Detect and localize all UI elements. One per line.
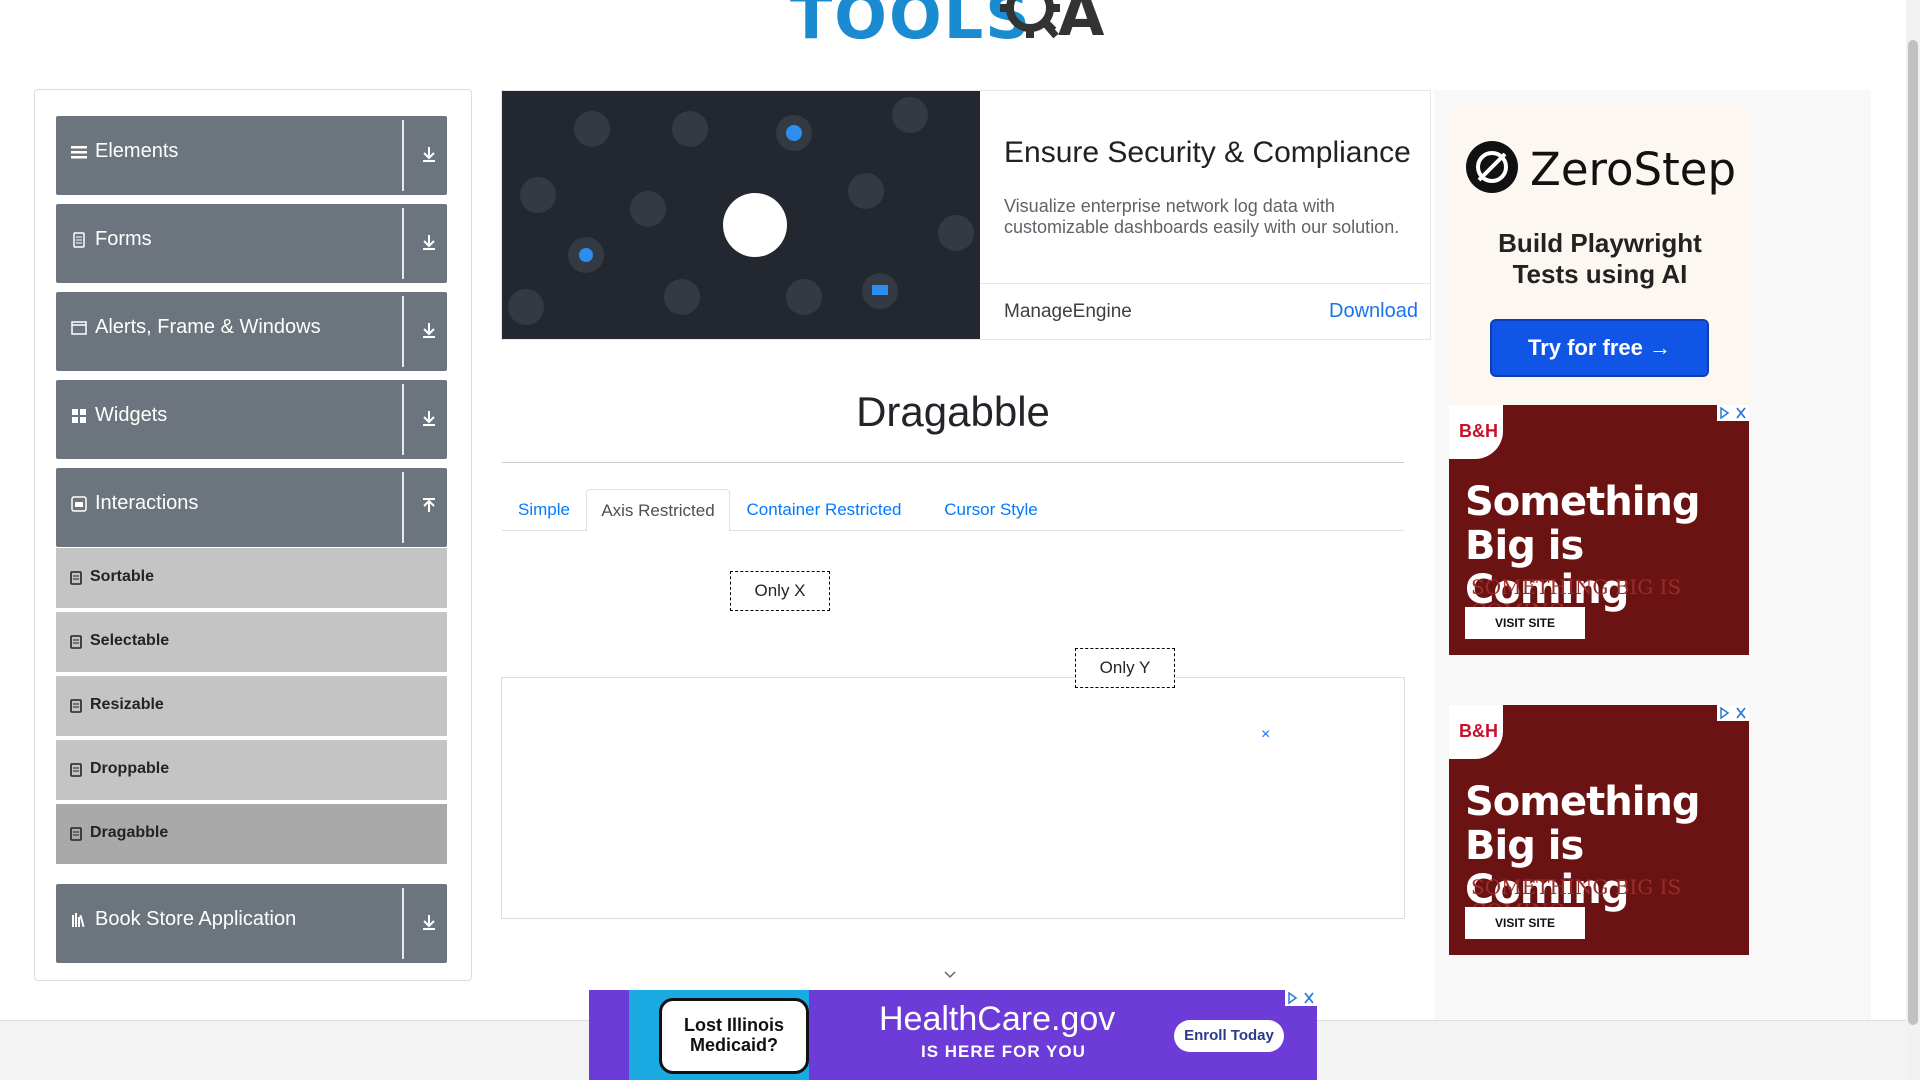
ad-download-link[interactable]: Download (1329, 300, 1418, 323)
divider (402, 384, 404, 455)
scrollbar-thumb[interactable] (1908, 40, 1918, 1025)
sidebar-group-alerts[interactable]: Alerts, Frame & Windows (56, 292, 447, 371)
ad-brand: HealthCare.gov (879, 1000, 1116, 1038)
logo-suffix: A (1058, 0, 1105, 50)
sidebar-group-label: Book Store Application (95, 908, 297, 930)
sidebar-item-label: Selectable (90, 632, 170, 649)
ad-brand[interactable]: ManageEngine (1004, 301, 1132, 323)
sidebar-group-interactions[interactable]: Interactions (56, 468, 447, 547)
tab-simple[interactable]: Simple (502, 489, 586, 531)
document-icon (70, 635, 82, 649)
document-icon (70, 699, 82, 713)
sidebar-group-widgets[interactable]: Widgets (56, 380, 447, 459)
bh-logo: B&H (1449, 405, 1503, 459)
download-arrow-icon (423, 235, 435, 250)
healthcare-ad[interactable]: Lost Illinois Medicaid? HealthCare.gov I… (589, 990, 1317, 1080)
divider (402, 472, 404, 543)
document-icon (70, 763, 82, 777)
enroll-today-button[interactable]: Enroll Today (1174, 1020, 1284, 1052)
sidebar-group-label: Forms (95, 228, 152, 250)
zerostep-ad[interactable]: ZeroStep Build Playwright Tests using AI… (1450, 105, 1750, 405)
divider (402, 208, 404, 279)
sidebar-item-label: Dragabble (90, 824, 169, 841)
only-y-draggable[interactable]: Only Y (1075, 648, 1175, 688)
bh-headline-line-1: Something (1465, 479, 1701, 525)
bh-logo: B&H (1449, 705, 1503, 759)
only-x-draggable[interactable]: Only X (730, 571, 830, 611)
toolsqa-logo[interactable]: TOOLS A (790, 0, 1120, 58)
inline-ad-frame: × (501, 677, 1405, 919)
adchoices-icon[interactable] (1285, 990, 1317, 1006)
sidebar-group-label: Alerts, Frame & Windows (95, 316, 321, 338)
download-arrow-icon (423, 323, 435, 338)
bh-logo-text: B&H (1459, 721, 1498, 741)
zerostep-logo-icon (1466, 141, 1518, 193)
tab-cursor-style[interactable]: Cursor Style (922, 489, 1060, 531)
divider (402, 296, 404, 367)
close-icon[interactable]: × (1261, 726, 1270, 744)
tab-bar: Simple Axis Restricted Container Restric… (502, 489, 1404, 532)
visit-site-button[interactable]: VISIT SITE (1465, 607, 1585, 639)
books-icon (72, 913, 85, 928)
divider (980, 283, 1430, 284)
download-arrow-icon (423, 915, 435, 930)
sidebar-item-label: Droppable (90, 760, 170, 777)
tab-axis-restricted[interactable]: Axis Restricted (586, 489, 730, 532)
visit-site-button[interactable]: VISIT SITE (1465, 907, 1585, 939)
ad-subtitle: IS HERE FOR YOU (921, 1042, 1086, 1061)
upload-arrow-icon (423, 498, 435, 512)
zerostep-tagline-line-1: Build Playwright (1498, 228, 1702, 258)
sidebar-group-forms[interactable]: Forms (56, 204, 447, 283)
sidebar-item-label: Sortable (90, 568, 155, 585)
sidebar-group-label: Widgets (95, 404, 168, 426)
sidebar-item-label: Resizable (90, 696, 164, 713)
adchoices-icon[interactable] (1717, 705, 1749, 721)
bh-ad[interactable]: B&H Something Big is Coming SOMETHING BI… (1449, 705, 1749, 955)
sidebar-group-book-store[interactable]: Book Store Application (56, 884, 447, 963)
zerostep-tagline: Build Playwright Tests using AI (1450, 228, 1750, 290)
grid-icon (72, 409, 86, 423)
document-icon (70, 827, 82, 841)
sidebar-group-elements[interactable]: Elements (56, 116, 447, 195)
document-icon (70, 571, 82, 585)
download-arrow-icon (423, 147, 435, 162)
ad-description: Visualize enterprise network log data wi… (1004, 196, 1400, 237)
download-arrow-icon (423, 411, 435, 426)
ad-title[interactable]: Ensure Security & Compliance (1004, 136, 1411, 170)
gear-icon (1000, 0, 1060, 38)
bh-logo-text: B&H (1459, 421, 1498, 441)
logo-text: TOOLS (790, 0, 1032, 53)
stack-icon (71, 496, 87, 512)
sidebar-group-label: Interactions (95, 492, 199, 514)
divider (502, 462, 1404, 463)
adchoices-icon[interactable] (1717, 405, 1749, 421)
zerostep-tagline-line-2: Tests using AI (1512, 259, 1688, 289)
top-advertisement[interactable]: Ensure Security & Compliance Visualize e… (501, 90, 1431, 340)
sidebar-item-resizable[interactable]: Resizable (56, 676, 447, 738)
bh-ad[interactable]: B&H Something Big is Coming SOMETHING BI… (1449, 405, 1749, 655)
ad-note: Lost Illinois Medicaid? (659, 998, 809, 1074)
divider (402, 888, 404, 959)
window-icon (71, 321, 87, 335)
bh-headline-line-1: Something (1465, 779, 1701, 825)
zerostep-brand: ZeroStep (1530, 143, 1737, 196)
sidebar-item-selectable[interactable]: Selectable (56, 612, 447, 674)
left-sidebar: Elements Forms Alerts, Frame & Windows W… (34, 89, 472, 981)
network-diagram-image (502, 91, 980, 339)
vertical-scrollbar[interactable] (1906, 0, 1920, 1080)
sidebar-item-dragabble[interactable]: Dragabble (56, 804, 447, 866)
tab-container-restricted[interactable]: Container Restricted (734, 489, 914, 531)
chevron-down-icon[interactable] (943, 970, 957, 980)
document-icon (73, 232, 85, 248)
divider (402, 120, 404, 191)
try-for-free-button[interactable]: Try for free → (1490, 319, 1709, 377)
hamburger-icon (71, 146, 87, 159)
sidebar-item-droppable[interactable]: Droppable (56, 740, 447, 802)
page-title: Dragabble (856, 388, 1050, 435)
sidebar-item-sortable[interactable]: Sortable (56, 548, 447, 610)
sidebar-group-label: Elements (95, 140, 179, 162)
